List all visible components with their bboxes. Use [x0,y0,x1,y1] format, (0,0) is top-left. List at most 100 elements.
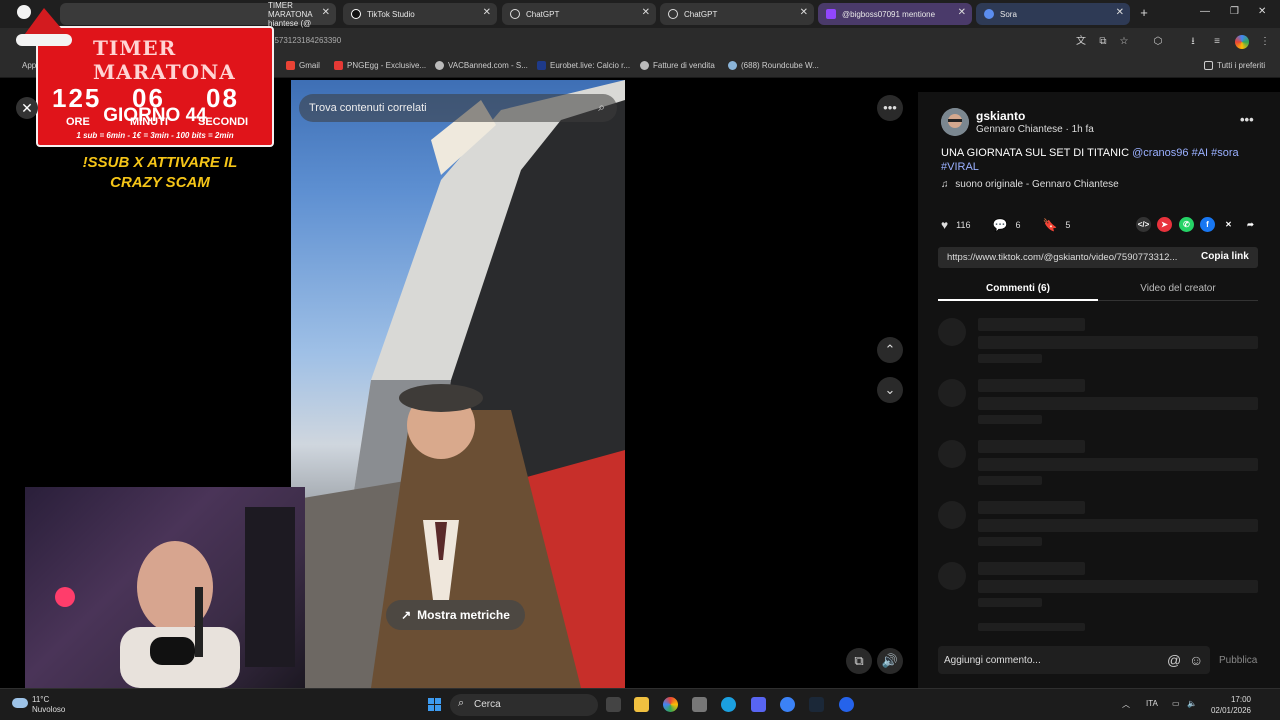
app-icon[interactable] [692,697,707,712]
comment-skeleton-avatar [938,562,966,590]
emoji-icon[interactable]: ☺ [1189,652,1203,668]
related-search-input[interactable]: Trova contenuti correlati ⌕ [299,94,617,122]
more-options-button[interactable]: ••• [877,95,903,121]
taskbar-search[interactable]: ⌕ Cerca [450,694,598,716]
video-player[interactable]: Trova contenuti correlati ⌕ ↗ Mostra met… [291,80,625,688]
sound-info[interactable]: ♫ suono originale - Gennaro Chiantese [941,179,1119,190]
bookmark-icon[interactable]: 🔖 [1042,218,1057,232]
steam-icon[interactable] [809,697,824,712]
bookmark-all[interactable]: Tutti i preferiti [1204,61,1265,70]
new-tab-button[interactable]: + [1136,5,1152,21]
file-explorer-icon[interactable] [634,697,649,712]
close-icon[interactable]: ✕ [800,7,808,18]
star-icon[interactable]: ☆ [1117,35,1131,49]
close-icon[interactable]: ✕ [958,7,966,18]
copy-link-button[interactable]: Copia link [1201,251,1249,262]
install-app-icon[interactable]: ⧉ [1096,35,1110,49]
discord-icon[interactable] [751,697,766,712]
app-icon[interactable] [780,697,795,712]
edge-icon[interactable] [721,697,736,712]
bookmark-eurobet[interactable]: Eurobet.live: Calcio r... [537,61,630,70]
minimize-button[interactable]: — [1200,6,1210,17]
tray-chevron-icon[interactable]: ︿ [1122,699,1130,710]
bookmark-vacbanned[interactable]: VACBanned.com - S... [435,61,528,70]
translate-icon[interactable]: 文 [1074,35,1088,49]
x-icon[interactable]: ✕ [1221,217,1236,232]
close-icon[interactable]: ✕ [322,7,330,18]
show-metrics-button[interactable]: ↗ Mostra metriche [386,600,525,630]
bookmark-roundcube[interactable]: (688) Roundcube W... [728,61,819,70]
volume-icon[interactable]: 🔊 [877,648,903,674]
avatar[interactable] [941,108,969,136]
tab-chatgpt-1[interactable]: ChatGPT ✕ [502,3,656,25]
close-icon[interactable]: ✕ [1116,7,1124,18]
embed-icon[interactable]: </> [1136,217,1151,232]
comment-icon[interactable]: 💬 [992,218,1007,232]
chrome-icon[interactable] [663,697,678,712]
sub-message: !SSUB X ATTIVARE IL CRAZY SCAM [82,154,238,191]
extensions-icon[interactable]: ⬡ [1151,35,1165,49]
post-caption: UNA GIORNATA SUL SET DI TITANIC @cranos9… [941,146,1261,174]
tab-comments[interactable]: Commenti (6) [938,283,1098,294]
bookmark-apps[interactable]: App [22,61,36,70]
clock[interactable]: 17:00 02/01/2026 [1205,694,1251,716]
url-text[interactable]: 7573123184263390 [270,36,341,45]
comment-skeleton-line [978,458,1258,471]
bookmark-pngegg[interactable]: PNGEgg - Exclusive... [334,61,426,70]
tab-search-icon[interactable]: ≡ [1210,35,1224,49]
close-viewer-button[interactable]: ✕ [16,97,38,119]
comment-skeleton-line [978,580,1258,593]
weather-widget[interactable]: 11°C Nuvoloso [12,695,65,715]
post-more-icon[interactable]: ••• [1240,112,1254,127]
app-icon[interactable] [839,697,854,712]
tab-tiktok-studio[interactable]: TikTok Studio ✕ [343,3,497,25]
comment-skeleton-line [978,476,1042,485]
input-language[interactable]: ITA [1146,699,1158,708]
publish-button[interactable]: Pubblica [1219,655,1257,666]
whatsapp-icon[interactable]: ✆ [1179,217,1194,232]
start-button[interactable] [428,698,441,711]
task-view-icon[interactable] [606,697,621,712]
send-icon[interactable]: ➤ [1157,217,1172,232]
maximize-button[interactable]: ❐ [1230,6,1239,17]
clock-time: 17:00 [1230,695,1251,704]
mention-icon[interactable]: @ [1167,652,1181,668]
network-icon[interactable]: ▭ [1172,699,1180,708]
close-icon[interactable]: ✕ [483,7,491,18]
tab-label: TikTok Studio [367,9,415,19]
volume-icon[interactable]: 🔈 [1187,699,1197,708]
cloud-icon [12,698,28,708]
folder-icon [1204,61,1213,70]
tab-sora[interactable]: Sora ✕ [976,3,1130,25]
comment-count: 6 [1015,220,1021,230]
share-icon[interactable]: ➦ [1243,217,1258,232]
timer-title: TIMER MARATONA [93,36,236,84]
close-window-button[interactable]: ✕ [1258,6,1266,17]
video-frame [291,80,625,688]
previous-video-button[interactable]: ⌃ [877,337,903,363]
pip-icon[interactable]: ⧉ [846,648,872,674]
tab-creator-videos[interactable]: Video del creator [1098,283,1258,294]
bookmark-fatture[interactable]: Fatture di vendita [640,61,715,70]
download-icon[interactable]: ⭳ [1186,35,1200,49]
tab-chatgpt-2[interactable]: ChatGPT ✕ [660,3,814,25]
facebook-icon[interactable]: f [1200,217,1215,232]
next-video-button[interactable]: ⌄ [877,377,903,403]
sora-icon [984,9,994,19]
chatgpt-icon [668,9,678,19]
author-username[interactable]: gskianto [976,109,1025,123]
windows-taskbar: 11°C Nuvoloso ⌕ Cerca ︿ ITA ▭ 🔈 17:00 02… [0,688,1280,720]
sound-name: suono originale - Gennaro Chiantese [955,179,1119,190]
comment-skeleton-avatar [938,318,966,346]
timer-day: GIORNO 44 [103,105,207,126]
bookmark-gmail[interactable]: Gmail [286,61,320,70]
tab-twitch[interactable]: @bigboss07091 mentione ✕ [818,3,972,25]
menu-icon[interactable]: ⋮ [1258,35,1272,49]
engagement-stats: ♥ 116 💬 6 🔖 5 [941,216,1070,234]
like-icon[interactable]: ♥ [941,218,948,232]
pngegg-icon [334,61,343,70]
profile-avatar[interactable] [1235,35,1249,49]
tab-tiktok-video[interactable]: TIMER MARATONA hiantese (@ ✕ [60,1,336,28]
weather-temp: 11°C [32,695,50,704]
close-icon[interactable]: ✕ [642,7,650,18]
